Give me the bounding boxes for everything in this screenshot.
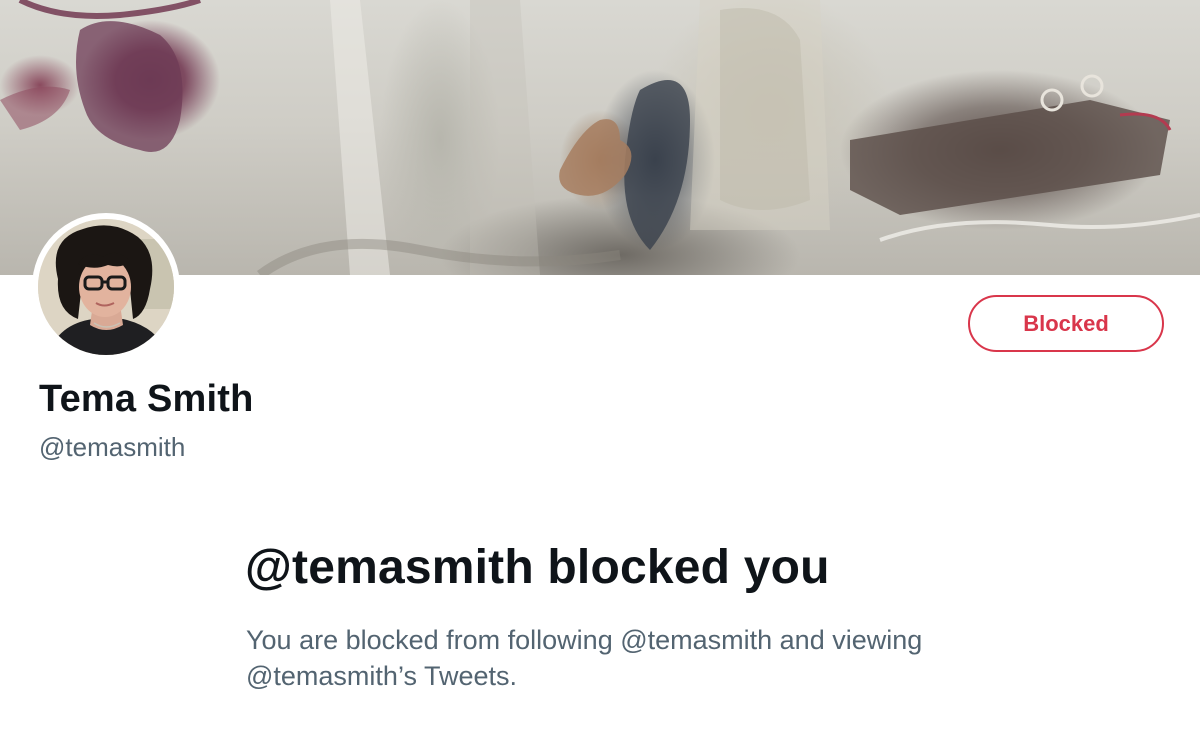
profile-banner-image[interactable] — [0, 0, 1200, 275]
profile-page: Blocked Tema Smith @temasmith @temasmith… — [0, 0, 1200, 755]
profile-avatar[interactable] — [32, 213, 180, 361]
profile-display-name: Tema Smith — [39, 378, 254, 420]
banner-artwork — [0, 0, 1200, 275]
profile-avatar-image — [38, 219, 174, 355]
avatar-portrait — [38, 219, 174, 355]
blocked-button-label: Blocked — [1023, 310, 1109, 336]
blocked-notice-title: @temasmith blocked you — [245, 541, 830, 594]
profile-handle: @temasmith — [39, 432, 186, 462]
blocked-button[interactable]: Blocked — [968, 295, 1164, 352]
blocked-notice-description: You are blocked from following @temasmit… — [246, 625, 923, 691]
